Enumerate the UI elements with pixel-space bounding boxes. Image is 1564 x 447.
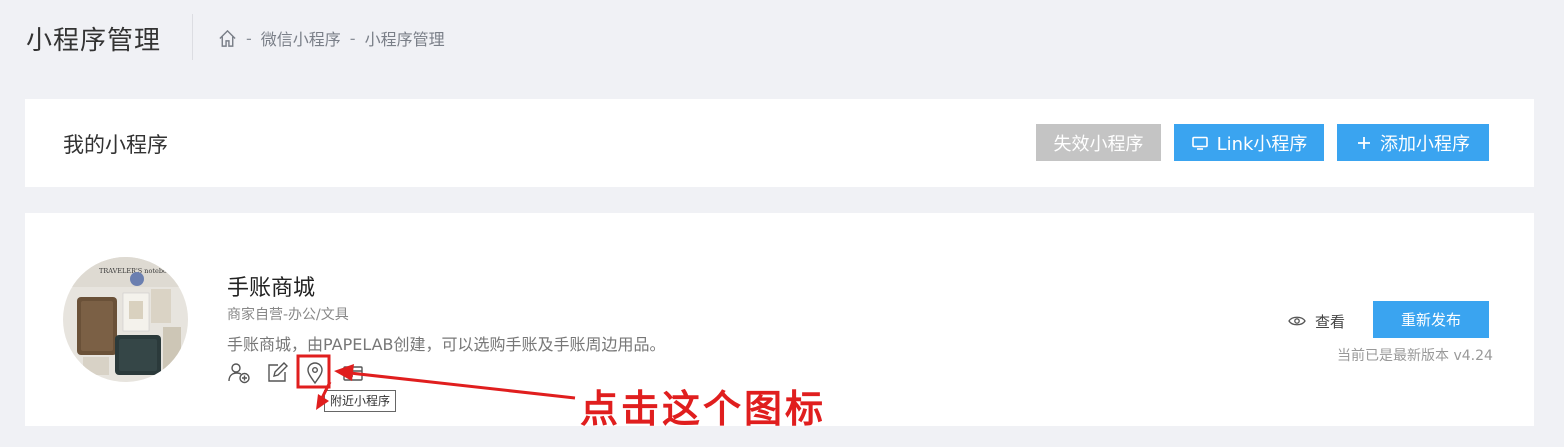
add-app-button-label: 添加小程序: [1380, 133, 1470, 155]
link-app-button[interactable]: Link小程序: [1174, 124, 1324, 161]
breadcrumb: - 微信小程序 - 小程序管理: [218, 27, 445, 49]
section-title: 我的小程序: [63, 133, 168, 157]
breadcrumb-item-wechat-miniprogram[interactable]: 微信小程序: [261, 26, 341, 50]
app-description: 手账商城，由PAPELAB创建，可以选购手账及手账周边用品。: [227, 335, 666, 354]
header-divider: [192, 14, 193, 60]
card-icon[interactable]: [341, 361, 365, 385]
view-link[interactable]: 查看: [1288, 310, 1345, 332]
republish-button-label: 重新发布: [1400, 311, 1461, 329]
app-avatar: TRAVELER'S notebook: [63, 257, 188, 382]
plus-icon: [1356, 135, 1372, 151]
page-title: 小程序管理: [26, 26, 162, 56]
republish-button[interactable]: 重新发布: [1373, 301, 1489, 338]
breadcrumb-item-current: 小程序管理: [364, 30, 445, 49]
monitor-icon: [1191, 135, 1209, 151]
edit-icon[interactable]: [265, 361, 289, 385]
page-header: 小程序管理 - 微信小程序 - 小程序管理: [0, 0, 1564, 78]
invalid-apps-button[interactable]: 失效小程序: [1036, 124, 1161, 161]
add-user-icon[interactable]: [227, 361, 251, 385]
home-icon[interactable]: [218, 29, 237, 48]
my-apps-header-card: 我的小程序 失效小程序 Link小程序 添加小程序: [25, 99, 1534, 187]
link-app-button-label: Link小程序: [1216, 133, 1308, 155]
view-link-label: 查看: [1315, 312, 1346, 331]
breadcrumb-separator: -: [349, 28, 356, 48]
add-app-button[interactable]: 添加小程序: [1337, 124, 1489, 161]
location-icon[interactable]: [303, 361, 327, 385]
annotation-text: 点击这个图标: [580, 386, 827, 431]
invalid-apps-button-label: 失效小程序: [1053, 133, 1144, 155]
version-note: 当前已是最新版本 v4.24: [1337, 348, 1493, 364]
app-category: 商家自营-办公/文具: [227, 307, 349, 323]
breadcrumb-separator: -: [246, 28, 252, 48]
eye-icon: [1288, 316, 1306, 326]
nearby-miniprogram-tooltip: 附近小程序: [324, 390, 397, 412]
app-name: 手账商城: [227, 276, 316, 301]
